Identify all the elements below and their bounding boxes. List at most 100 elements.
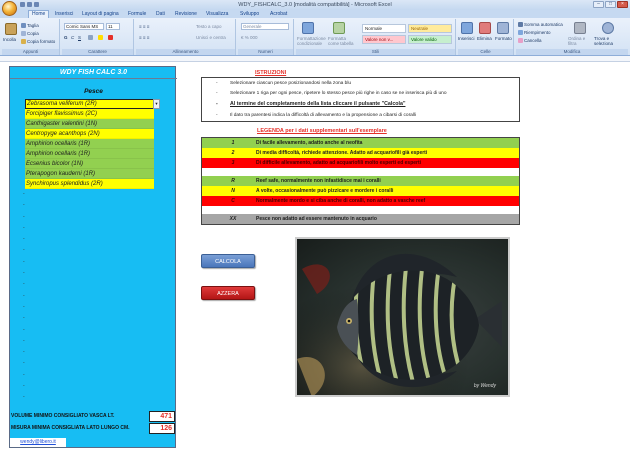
- fish-row[interactable]: Pterapogon kauderni (1R): [25, 169, 154, 179]
- align-left-icon[interactable]: ≡ ≡ ≡: [139, 35, 149, 40]
- instruction-text: Al termine del completamento della lista…: [230, 101, 406, 107]
- empty-row-marker[interactable]: -: [23, 302, 27, 313]
- cut-button[interactable]: Taglia: [21, 23, 39, 29]
- empty-row-marker[interactable]: -: [23, 358, 27, 369]
- fish-panel: WDY FISH CALC 3.0 Pesce Zebrasoma velife…: [9, 66, 177, 448]
- format-table-button[interactable]: Formatta come tabella: [328, 36, 358, 46]
- font-name-select[interactable]: Comic Sans MS: [64, 23, 104, 30]
- style-bad[interactable]: Valore non v...: [362, 35, 406, 44]
- empty-row-marker[interactable]: -: [23, 234, 27, 245]
- fish-row[interactable]: Centropyge acanthops (2N): [25, 129, 154, 139]
- empty-row-marker[interactable]: -: [23, 268, 27, 279]
- title-divider: [10, 78, 177, 79]
- legend-text: Normalmente mordo e si ciba anche di cor…: [256, 198, 426, 204]
- format-painter-button[interactable]: Copia formato: [21, 39, 55, 45]
- group-cells: Inserisci Elimina Formato Celle: [458, 19, 514, 55]
- empty-row-marker[interactable]: -: [23, 347, 27, 358]
- number-format-select[interactable]: Generale: [241, 23, 289, 30]
- bold-button[interactable]: G: [64, 35, 68, 40]
- group-label-alignment: Allineamento: [136, 49, 235, 55]
- tab-view[interactable]: Visualizza: [206, 11, 228, 18]
- empty-row-marker[interactable]: -: [23, 279, 27, 290]
- empty-row-marker[interactable]: -: [23, 370, 27, 381]
- calcola-button[interactable]: CALCOLA: [201, 254, 255, 268]
- tab-acrobat[interactable]: Acrobat: [270, 11, 287, 18]
- empty-row-marker[interactable]: -: [23, 223, 27, 234]
- legend-text: Reef safe, normalmente non infastidisce …: [256, 178, 381, 184]
- format-cells-button[interactable]: Formato: [495, 36, 512, 41]
- dropdown-arrow-icon[interactable]: ▼: [153, 99, 160, 109]
- instruction-text: Il dato tra parentesi indica la difficol…: [230, 113, 417, 118]
- empty-row-marker[interactable]: -: [23, 336, 27, 347]
- empty-row-marker[interactable]: -: [23, 313, 27, 324]
- close-icon[interactable]: ×: [617, 1, 628, 8]
- tab-page-layout[interactable]: Layout di pagina: [82, 11, 119, 18]
- group-label-cells: Celle: [458, 49, 513, 55]
- group-styles: Formattazione condizionale Formatta come…: [296, 19, 456, 55]
- wrap-text-button[interactable]: Testo a capo: [196, 24, 222, 29]
- fish-row[interactable]: Forcipiger flavissimus (2C): [25, 109, 154, 119]
- delete-cells-button[interactable]: Elimina: [477, 36, 492, 41]
- borders-button[interactable]: [88, 35, 94, 41]
- find-select-button[interactable]: Trova e seleziona: [594, 36, 624, 46]
- copy-button[interactable]: Copia: [21, 31, 39, 37]
- group-label-editing: Modifica: [516, 49, 628, 55]
- fish-row[interactable]: Amphirion ocellaris (1R): [25, 139, 154, 149]
- azzera-button[interactable]: AZZERA: [201, 286, 255, 300]
- font-color-button[interactable]: [108, 35, 114, 41]
- tab-home[interactable]: Home: [28, 10, 50, 18]
- tab-formulas[interactable]: Formule: [128, 11, 146, 18]
- empty-row-marker[interactable]: -: [23, 212, 27, 223]
- worksheet[interactable]: WDY FISH CALC 3.0 Pesce Zebrasoma velife…: [0, 62, 630, 449]
- paste-button[interactable]: Incolla: [3, 37, 16, 42]
- office-button[interactable]: [2, 1, 17, 16]
- empty-row-marker[interactable]: -: [23, 245, 27, 256]
- empty-row-marker[interactable]: -: [23, 325, 27, 336]
- fish-row[interactable]: Synchiropus splendidus (2R): [25, 179, 154, 189]
- currency-icon[interactable]: € % 000: [241, 35, 258, 40]
- tab-developer[interactable]: Sviluppo: [240, 11, 259, 18]
- style-normal[interactable]: Normale: [362, 24, 406, 33]
- fill-color-button[interactable]: [98, 35, 104, 41]
- group-alignment: Testo a capo Unisci e centra ≡ ≡ ≡ ≡ ≡ ≡…: [136, 19, 236, 55]
- length-value: 126: [149, 423, 175, 434]
- legend-text: Di media difficoltà, richiede attenzione…: [256, 150, 428, 156]
- empty-row-marker[interactable]: -: [23, 200, 27, 211]
- sort-filter-icon: [574, 22, 586, 34]
- legend-code: R: [231, 178, 235, 184]
- conditional-format-button[interactable]: Formattazione condizionale: [297, 36, 327, 46]
- empty-row-marker[interactable]: -: [23, 291, 27, 302]
- empty-row-marker[interactable]: -: [23, 257, 27, 268]
- fish-row[interactable]: Canthigaster valentini (1N): [25, 119, 154, 129]
- tab-data[interactable]: Dati: [156, 11, 165, 18]
- clear-button[interactable]: Cancella: [518, 38, 542, 44]
- autosum-button[interactable]: Somma automatica: [518, 22, 563, 28]
- insert-cells-button[interactable]: Inserisci: [458, 36, 475, 41]
- fish-select[interactable]: Zebrasoma veliferum (2R): [25, 99, 154, 109]
- group-label-number: Numeri: [238, 49, 293, 55]
- font-size-select[interactable]: 11: [106, 23, 120, 30]
- empty-row-marker[interactable]: -: [23, 392, 27, 403]
- fill-down-icon: [518, 30, 523, 36]
- email-link[interactable]: wendy@libero.it: [10, 438, 66, 447]
- align-top-icon[interactable]: ≡ ≡ ≡: [139, 24, 149, 29]
- fill-button[interactable]: Riempimento: [518, 30, 551, 36]
- legend-code: 2: [231, 150, 235, 156]
- tab-review[interactable]: Revisione: [175, 11, 197, 18]
- style-good[interactable]: Valore valido: [408, 35, 452, 44]
- underline-button[interactable]: S: [78, 35, 81, 40]
- fish-row[interactable]: Amphirion ocellaris (1R): [25, 149, 154, 159]
- tab-insert[interactable]: Inserisci: [55, 11, 73, 18]
- ribbon: Incolla Taglia Copia Copia formato Appun…: [0, 18, 630, 56]
- fish-row[interactable]: Ecsenius bicolor (1N): [25, 159, 154, 169]
- style-neutral[interactable]: Neutrale: [408, 24, 452, 33]
- instruction-row: - Il dato tra parentesi indica la diffic…: [202, 111, 521, 120]
- length-row: MISURA MINIMA CONSIGLIATA LATO LUNGO CM.…: [10, 422, 177, 434]
- empty-row-marker[interactable]: -: [23, 189, 27, 200]
- minimize-icon[interactable]: –: [593, 1, 604, 8]
- maximize-icon[interactable]: □: [605, 1, 616, 8]
- merge-center-button[interactable]: Unisci e centra: [196, 35, 226, 40]
- empty-row-marker[interactable]: -: [23, 381, 27, 392]
- italic-button[interactable]: C: [71, 35, 74, 40]
- sort-filter-button[interactable]: Ordina e filtra: [568, 36, 592, 46]
